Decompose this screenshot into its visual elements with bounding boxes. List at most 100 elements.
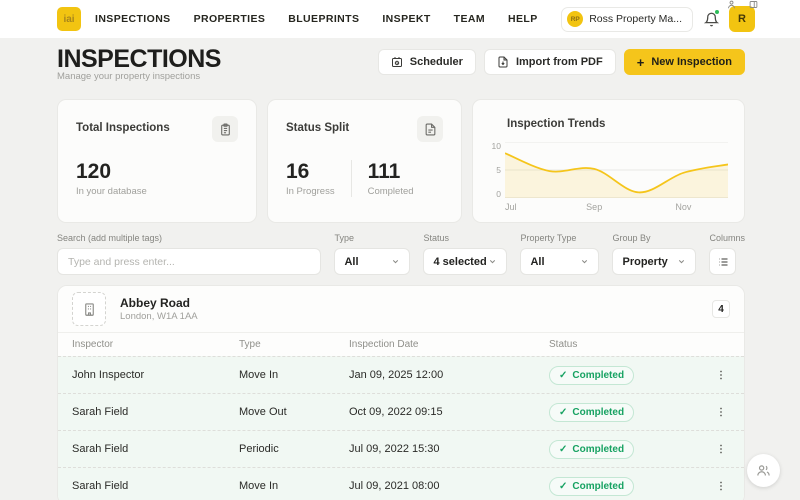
status-label: Completed <box>572 406 625 418</box>
property-name: Abbey Road <box>120 296 191 310</box>
scheduler-button[interactable]: Scheduler <box>377 49 476 75</box>
cell-status: ✓ Completed <box>549 365 712 385</box>
inspection-count-badge: 4 <box>712 300 730 318</box>
nav-item-properties[interactable]: PROPERTIES <box>194 13 266 25</box>
building-icon <box>84 302 94 316</box>
account-name: Ross Property Ma... <box>589 13 682 25</box>
in-progress-value: 16 <box>286 160 310 183</box>
status-split-title: Status Split <box>286 122 350 134</box>
table-header-row: Inspector Type Inspection Date Status <box>58 332 744 356</box>
columns-label: Columns <box>709 233 745 243</box>
table-body: John Inspector Move In Jan 09, 2025 12:00 ✓… <box>58 356 744 500</box>
account-switcher[interactable]: RP Ross Property Ma... <box>561 6 693 32</box>
cell-type: Move In <box>239 480 279 492</box>
kebab-icon <box>720 481 722 491</box>
row-menu-button[interactable] <box>712 480 730 492</box>
type-filter-label: Type <box>334 233 354 243</box>
check-icon: ✓ <box>559 369 568 381</box>
type-filter-group: Type All <box>334 233 411 275</box>
cell-inspector: John Inspector <box>72 369 145 381</box>
trends-chart-svg <box>504 141 729 199</box>
column-header-inspector: Inspector <box>72 339 114 350</box>
kebab-icon <box>720 407 722 417</box>
nav-item-inspections[interactable]: INSPECTIONS <box>95 13 171 25</box>
chart-x-axis: Jul Sep Nov <box>505 202 728 216</box>
cell-inspector: Sarah Field <box>72 443 129 455</box>
nav-item-blueprints[interactable]: BLUEPRINTS <box>288 13 359 25</box>
column-header-status: Status <box>549 339 578 350</box>
import-pdf-label: Import from PDF <box>515 56 603 68</box>
users-icon <box>757 465 770 476</box>
status-badge: ✓ Completed <box>549 439 635 459</box>
column-header-type: Type <box>239 339 261 350</box>
check-icon: ✓ <box>559 443 568 455</box>
inspection-trends-card: Inspection Trends 10 5 0 Jul Sep Nov <box>472 99 745 223</box>
y-tick-label: 5 <box>496 165 501 175</box>
new-inspection-button[interactable]: + New Inspection <box>623 49 745 75</box>
search-group: Search (add multiple tags) <box>57 233 322 275</box>
property-type-filter-label: Property Type <box>520 233 577 243</box>
row-menu-button[interactable] <box>712 443 730 455</box>
search-input[interactable] <box>57 248 322 275</box>
nav-item-help[interactable]: HELP <box>508 13 538 25</box>
cell-type: Move In <box>239 369 279 381</box>
clipboard-icon-button[interactable] <box>212 116 238 142</box>
in-progress-label: In Progress <box>286 186 335 197</box>
column-header-inspection-date: Inspection Date <box>349 339 419 350</box>
document-icon-button[interactable] <box>417 116 443 142</box>
notification-dot <box>714 9 720 15</box>
kebab-icon <box>720 444 722 454</box>
title-block: INSPECTIONS Manage your property inspect… <box>57 47 221 83</box>
trend-area <box>505 153 728 198</box>
support-users-fab[interactable] <box>747 454 780 487</box>
property-type-filter-value: All <box>530 255 545 268</box>
table-row[interactable]: Sarah Field Move Out Oct 09, 2022 09:15 ✓ Co… <box>58 393 744 430</box>
table-row[interactable]: Sarah Field Periodic Jul 09, 2022 15:30 ✓ Co… <box>58 430 744 467</box>
total-inspections-card: Total Inspections 120 In your database <box>57 99 257 223</box>
type-filter-select[interactable]: All <box>334 248 411 275</box>
status-split-card: Status Split 16 In Progress 111 Complete… <box>267 99 462 223</box>
table-row[interactable]: John Inspector Move In Jan 09, 2025 12:00 ✓… <box>58 356 744 393</box>
row-menu-button[interactable] <box>712 406 730 418</box>
import-pdf-button[interactable]: Import from PDF <box>483 49 616 75</box>
avatar: RP <box>567 11 584 27</box>
cell-inspection-date: Oct 09, 2022 09:15 <box>349 406 443 418</box>
completed-stat: 111 Completed <box>350 160 430 197</box>
cell-inspection-date: Jul 09, 2022 15:30 <box>349 443 440 455</box>
group-by-filter-label: Group By <box>612 233 651 243</box>
notifications-button[interactable] <box>702 9 720 28</box>
property-group-header[interactable]: Abbey Road London, W1A 1AA 4 <box>58 286 744 332</box>
stat-cards: Total Inspections 120 In your database S… <box>57 99 745 223</box>
chart-y-axis: 10 5 0 <box>489 142 505 199</box>
group-by-filter-group: Group By Property <box>612 233 697 275</box>
property-thumbnail <box>72 292 106 326</box>
columns-button[interactable] <box>709 248 737 275</box>
property-type-filter-group: Property Type All <box>520 233 600 275</box>
nav-item-team[interactable]: TEAM <box>454 13 485 25</box>
cell-status: ✓ Completed <box>549 476 712 496</box>
header-actions: Scheduler Import from PDF + New Inspecti… <box>377 49 745 75</box>
cell-type: Move Out <box>239 406 287 418</box>
inspections-table-card: Abbey Road London, W1A 1AA 4 Inspector Ty… <box>57 285 745 500</box>
total-inspections-caption: In your database <box>76 186 147 197</box>
cell-inspection-date: Jan 09, 2025 12:00 <box>349 369 444 381</box>
cell-inspection-date: Jul 09, 2021 08:00 <box>349 480 440 492</box>
property-type-filter-select[interactable]: All <box>520 248 600 275</box>
page-header: INSPECTIONS Manage your property inspect… <box>57 47 745 83</box>
clipboard-icon <box>220 123 230 135</box>
y-tick-label: 0 <box>496 189 501 199</box>
search-label: Search (add multiple tags) <box>57 233 163 243</box>
user-avatar-button[interactable]: R <box>729 6 755 32</box>
chevron-down-icon <box>679 260 685 264</box>
cell-inspector: Sarah Field <box>72 406 129 418</box>
app-logo[interactable]: iai <box>57 7 81 31</box>
table-row[interactable]: Sarah Field Move In Jul 09, 2021 08:00 ✓ Com… <box>58 467 744 500</box>
person-icon <box>728 0 735 9</box>
cell-inspector: Sarah Field <box>72 480 129 492</box>
status-filter-select[interactable]: 4 selected <box>423 248 508 275</box>
group-by-filter-select[interactable]: Property <box>612 248 697 275</box>
x-tick-label: Nov <box>675 202 692 212</box>
nav-item-inspekt[interactable]: INSPEKT <box>382 13 430 25</box>
group-by-filter-value: Property <box>622 255 668 268</box>
row-menu-button[interactable] <box>712 369 730 381</box>
